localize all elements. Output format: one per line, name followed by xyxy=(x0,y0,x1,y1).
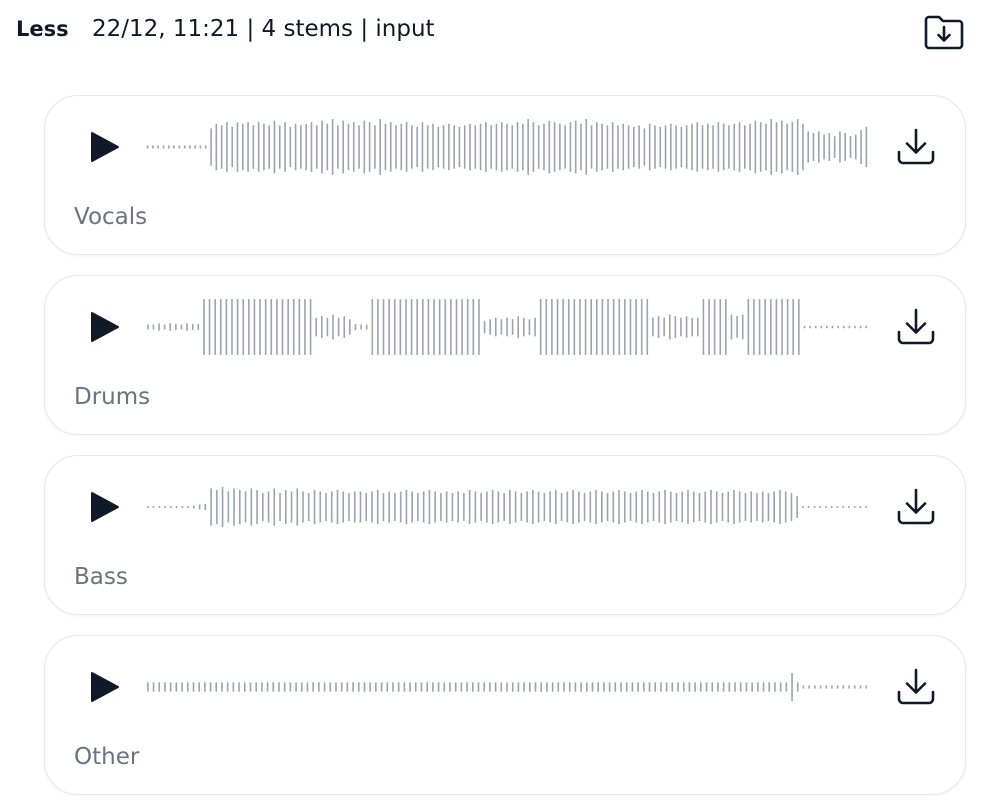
header: Less 22/12, 11:21 | 4 stems | input xyxy=(0,0,989,64)
download-icon xyxy=(897,308,935,345)
play-button[interactable] xyxy=(87,670,121,704)
play-icon xyxy=(91,132,119,162)
stem-card-drums: Drums xyxy=(44,275,966,435)
waveform[interactable] xyxy=(145,476,869,538)
play-icon xyxy=(91,492,119,522)
download-button[interactable] xyxy=(895,486,937,528)
stem-label: Other xyxy=(74,744,140,770)
play-button[interactable] xyxy=(87,310,121,344)
play-icon xyxy=(91,672,119,702)
download-button[interactable] xyxy=(895,306,937,348)
folder-download-button[interactable] xyxy=(922,12,966,52)
download-icon xyxy=(897,128,935,165)
folder-download-icon xyxy=(924,15,964,50)
download-button[interactable] xyxy=(895,126,937,168)
play-button[interactable] xyxy=(87,490,121,524)
stem-label: Vocals xyxy=(74,204,148,230)
stem-card-other: Other xyxy=(44,635,966,795)
stem-label: Bass xyxy=(74,564,128,590)
separation-meta: 22/12, 11:21 | 4 stems | input xyxy=(92,16,435,42)
less-toggle[interactable]: Less xyxy=(16,17,69,41)
stem-label: Drums xyxy=(74,384,151,410)
stem-card-vocals: Vocals xyxy=(44,95,966,255)
waveform[interactable] xyxy=(145,116,869,178)
download-icon xyxy=(897,488,935,525)
play-button[interactable] xyxy=(87,130,121,164)
waveform[interactable] xyxy=(145,296,869,358)
stem-card-bass: Bass xyxy=(44,455,966,615)
download-button[interactable] xyxy=(895,666,937,708)
waveform[interactable] xyxy=(145,656,869,718)
play-icon xyxy=(91,312,119,342)
download-icon xyxy=(897,668,935,705)
